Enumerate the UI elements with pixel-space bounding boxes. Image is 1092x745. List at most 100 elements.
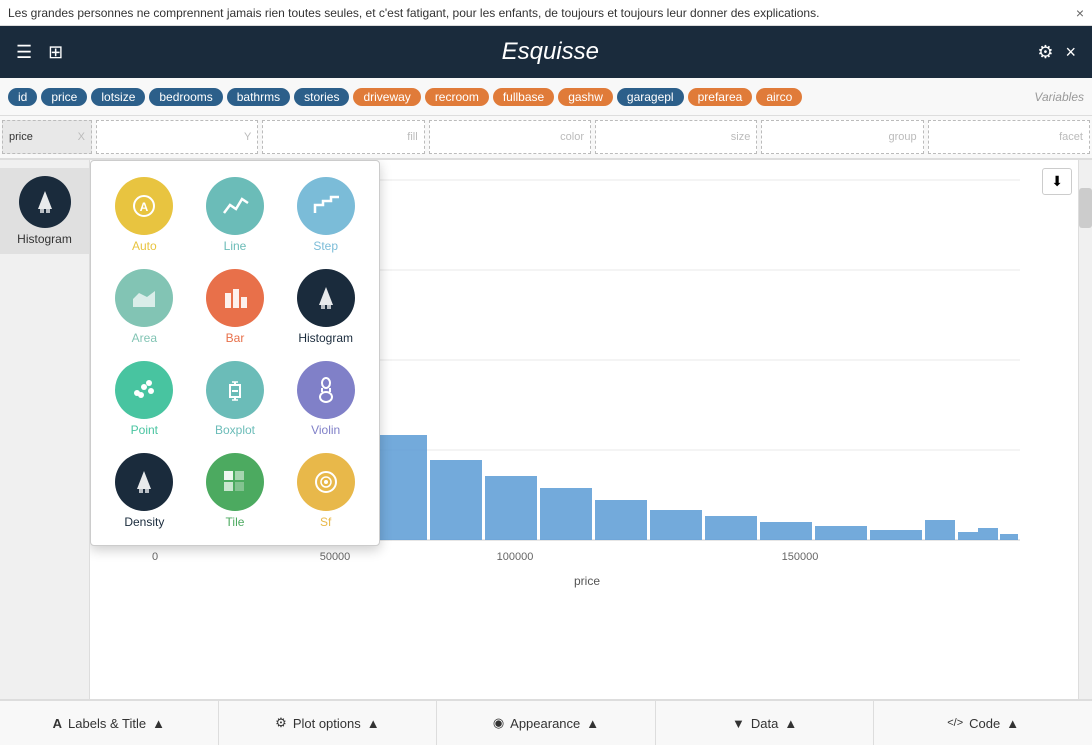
svg-text:A: A: [140, 200, 149, 214]
banner: Les grandes personnes ne comprennent jam…: [0, 0, 1092, 26]
code-arrow: ▲: [1006, 716, 1019, 731]
popup-item-histogram[interactable]: Histogram: [284, 265, 367, 349]
violin-icon: [297, 361, 355, 419]
scrollbar-thumb[interactable]: [1079, 188, 1092, 228]
popup-item-sf[interactable]: Sf: [284, 449, 367, 533]
var-tag-gashw[interactable]: gashw: [558, 88, 613, 106]
var-tag-stories[interactable]: stories: [294, 88, 349, 106]
variables-row: id price lotsize bedrooms bathrms storie…: [0, 78, 1092, 116]
appearance-arrow: ▲: [586, 716, 599, 731]
density-label: Density: [124, 515, 164, 529]
sidebar: Histogram: [0, 160, 90, 699]
drop-zone-size-label: size: [731, 131, 751, 143]
violin-label: Violin: [311, 423, 340, 437]
tab-code[interactable]: </> Code ▲: [874, 701, 1092, 745]
step-label: Step: [313, 239, 338, 253]
popup-item-line[interactable]: Line: [194, 173, 277, 257]
tab-plot-options[interactable]: ⚙ Plot options ▲: [219, 701, 438, 745]
drop-zone-color[interactable]: color: [429, 120, 591, 154]
drop-zone-color-label: color: [560, 131, 584, 143]
tab-appearance[interactable]: ◉ Appearance ▲: [437, 701, 656, 745]
data-arrow: ▲: [784, 716, 797, 731]
banner-close-button[interactable]: ×: [1076, 5, 1084, 21]
close-icon[interactable]: ×: [1065, 42, 1076, 63]
var-tag-garagepl[interactable]: garagepl: [617, 88, 684, 106]
var-tag-price[interactable]: price: [41, 88, 87, 106]
var-tag-bedrooms[interactable]: bedrooms: [149, 88, 222, 106]
plot-options-arrow: ▲: [367, 716, 380, 731]
tile-label: Tile: [226, 515, 245, 529]
popup-item-violin[interactable]: Violin: [284, 357, 367, 441]
drop-zone-fill-label: fill: [407, 131, 417, 143]
data-icon: ▼: [732, 716, 745, 731]
var-tag-driveway[interactable]: driveway: [353, 88, 420, 106]
sidebar-label: Histogram: [17, 232, 72, 246]
point-label: Point: [131, 423, 158, 437]
banner-text: Les grandes personnes ne comprennent jam…: [8, 6, 819, 20]
area-label: Area: [132, 331, 157, 345]
var-tag-lotsize[interactable]: lotsize: [91, 88, 145, 106]
popup-item-auto[interactable]: A Auto: [103, 173, 186, 257]
var-tag-fullbase[interactable]: fullbase: [493, 88, 554, 106]
var-tag-airco[interactable]: airco: [756, 88, 802, 106]
var-tag-id[interactable]: id: [8, 88, 37, 106]
bar-icon: [206, 269, 264, 327]
area-icon: [115, 269, 173, 327]
chart-area: ⬇: [90, 160, 1092, 699]
tab-labels-title[interactable]: A Labels & Title ▲: [0, 701, 219, 745]
tile-icon: [206, 453, 264, 511]
drop-zone-group-label: group: [889, 131, 917, 143]
svg-text:0: 0: [152, 551, 158, 563]
popup-item-step[interactable]: Step: [284, 173, 367, 257]
drop-zone-facet[interactable]: facet: [928, 120, 1090, 154]
drop-zone-size[interactable]: size: [595, 120, 757, 154]
variables-label: Variables: [1034, 90, 1084, 104]
appearance-label: Appearance: [510, 716, 580, 731]
svg-text:price: price: [574, 574, 600, 588]
popup-item-boxplot[interactable]: Boxplot: [194, 357, 277, 441]
download-button[interactable]: ⬇: [1042, 168, 1072, 195]
sf-icon: [297, 453, 355, 511]
point-icon: [115, 361, 173, 419]
popup-item-density[interactable]: Density: [103, 449, 186, 533]
main-area: Histogram ⬇: [0, 160, 1092, 699]
boxplot-icon: [206, 361, 264, 419]
footer-tabs: A Labels & Title ▲ ⚙ Plot options ▲ ◉ Ap…: [0, 699, 1092, 745]
popup-item-tile[interactable]: Tile: [194, 449, 277, 533]
app-title: Esquisse: [63, 38, 1037, 66]
var-tag-recroom[interactable]: recroom: [425, 88, 489, 106]
svg-text:50000: 50000: [320, 551, 351, 563]
header-left: ☰ ⊞: [16, 42, 63, 63]
drop-zone-y-label: Y: [244, 131, 251, 143]
drop-zone-x[interactable]: price X: [2, 120, 92, 154]
code-icon: </>: [947, 717, 963, 729]
vertical-scrollbar[interactable]: [1078, 160, 1092, 699]
popup-item-area[interactable]: Area: [103, 265, 186, 349]
drop-zone-y[interactable]: Y: [96, 120, 258, 154]
line-icon: [206, 177, 264, 235]
menu-icon[interactable]: ☰: [16, 42, 32, 63]
auto-label: Auto: [132, 239, 157, 253]
labels-arrow: ▲: [152, 716, 165, 731]
settings-icon[interactable]: ⚙: [1037, 42, 1053, 63]
step-icon: [297, 177, 355, 235]
popup-item-bar[interactable]: Bar: [194, 265, 277, 349]
density-icon: [115, 453, 173, 511]
drop-zone-x-value: price: [9, 131, 33, 143]
tab-data[interactable]: ▼ Data ▲: [656, 701, 875, 745]
drop-zone-fill[interactable]: fill: [262, 120, 424, 154]
labels-icon: A: [53, 716, 62, 731]
line-label: Line: [224, 239, 247, 253]
var-tag-prefarea[interactable]: prefarea: [688, 88, 753, 106]
chart-type-popup: A Auto Line Step: [90, 160, 380, 546]
grid-icon[interactable]: ⊞: [48, 42, 63, 63]
drop-zone-facet-label: facet: [1059, 131, 1083, 143]
drop-zone-group[interactable]: group: [761, 120, 923, 154]
histogram-popup-label: Histogram: [298, 331, 353, 345]
var-tag-bathrms[interactable]: bathrms: [227, 88, 290, 106]
popup-item-point[interactable]: Point: [103, 357, 186, 441]
histogram-popup-icon: [297, 269, 355, 327]
labels-title-label: Labels & Title: [68, 716, 146, 731]
sf-label: Sf: [320, 515, 331, 529]
sidebar-item-histogram[interactable]: Histogram: [0, 168, 89, 254]
